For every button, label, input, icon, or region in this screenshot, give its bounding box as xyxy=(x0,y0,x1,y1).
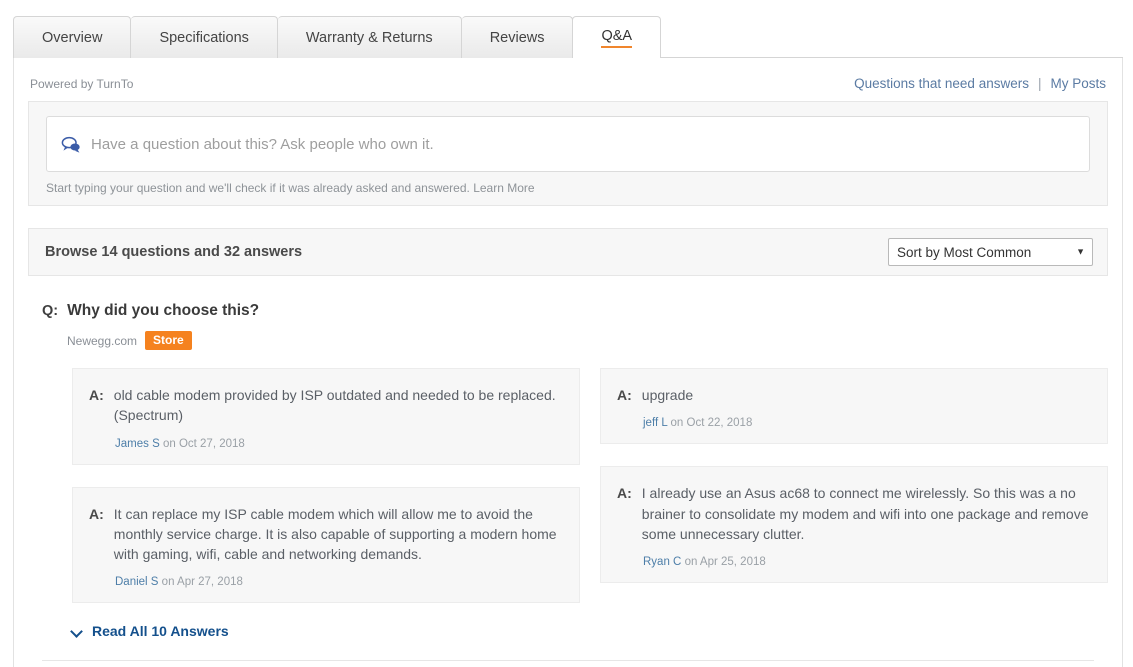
qa-panel: Powered by TurnTo Questions that need an… xyxy=(13,58,1123,667)
question-section: Q: Why did you choose this? Newegg.com S… xyxy=(28,276,1108,640)
tab-specifications[interactable]: Specifications xyxy=(131,16,278,58)
read-all-answers-link[interactable]: Read All 10 Answers xyxy=(72,623,229,639)
answers-grid: A: old cable modem provided by ISP outda… xyxy=(28,368,1108,604)
question-source: Newegg.com xyxy=(67,333,138,348)
answer-card: A: old cable modem provided by ISP outda… xyxy=(72,368,580,465)
question-meta: Newegg.com Store xyxy=(28,331,1108,350)
section-divider xyxy=(42,660,1094,661)
answer-text: upgrade xyxy=(641,387,694,403)
chevron-down-icon xyxy=(72,626,83,637)
answer-prefix: A: xyxy=(89,505,104,522)
header-link-separator: | xyxy=(1037,76,1042,91)
answer-body: A: I already use an Asus ac68 to connect… xyxy=(617,483,1089,544)
question-text[interactable]: Why did you choose this? xyxy=(67,302,259,320)
answer-card: A: I already use an Asus ac68 to connect… xyxy=(600,466,1108,584)
powered-by-label: Powered by TurnTo xyxy=(30,77,134,91)
tab-qa-label: Q&A xyxy=(601,28,633,48)
ask-input-container[interactable] xyxy=(46,116,1090,172)
tab-overview-label: Overview xyxy=(42,29,103,46)
question-row: Q: Why did you choose this? xyxy=(28,302,1108,320)
tab-overview[interactable]: Overview xyxy=(13,16,132,58)
answer-text: It can replace my ISP cable modem which … xyxy=(113,505,557,563)
tab-specifications-label: Specifications xyxy=(159,29,249,46)
ask-question-box: Start typing your question and we'll che… xyxy=(28,101,1108,206)
tab-warranty-returns-label: Warranty & Returns xyxy=(305,29,433,46)
sort-select-wrapper: Sort by Most Common ▼ xyxy=(888,238,1093,266)
answer-card: A: It can replace my ISP cable modem whi… xyxy=(72,486,580,604)
answer-meta: jeff L on Oct 22, 2018 xyxy=(617,417,1089,429)
sort-select[interactable]: Sort by Most Common xyxy=(888,238,1093,266)
answer-body: A: It can replace my ISP cable modem whi… xyxy=(89,504,561,565)
tab-qa[interactable]: Q&A xyxy=(572,16,662,59)
store-badge: Store xyxy=(145,331,192,350)
answer-date: on Apr 27, 2018 xyxy=(161,576,243,589)
answer-body: A: old cable modem provided by ISP outda… xyxy=(89,385,561,426)
answer-prefix: A: xyxy=(617,387,632,403)
answers-column-right: A: upgrade jeff L on Oct 22, 2018 A: I a… xyxy=(600,368,1108,603)
question-prefix: Q: xyxy=(42,303,59,319)
answer-body: A: upgrade xyxy=(617,385,1089,405)
questions-need-answers-link[interactable]: Questions that need answers xyxy=(854,76,1029,91)
ask-question-input[interactable] xyxy=(91,117,1089,171)
tab-warranty-returns[interactable]: Warranty & Returns xyxy=(277,16,462,58)
answer-meta: James S on Oct 27, 2018 xyxy=(89,438,561,450)
speech-bubble-icon xyxy=(61,136,80,153)
answer-date: on Oct 27, 2018 xyxy=(162,437,245,450)
browse-bar: Browse 14 questions and 32 answers Sort … xyxy=(28,228,1108,276)
answer-date: on Oct 22, 2018 xyxy=(670,417,753,430)
read-all-answers-label: Read All 10 Answers xyxy=(92,623,229,640)
answer-date: on Apr 25, 2018 xyxy=(684,556,766,569)
answer-text: I already use an Asus ac68 to connect me… xyxy=(641,485,1089,542)
answer-author-link[interactable]: James S xyxy=(115,438,160,450)
answer-author-link[interactable]: Ryan C xyxy=(643,556,681,568)
answer-prefix: A: xyxy=(617,485,632,502)
answer-meta: Ryan C on Apr 25, 2018 xyxy=(617,556,1089,568)
answer-text: old cable modem provided by ISP outdated… xyxy=(113,387,556,424)
tab-reviews[interactable]: Reviews xyxy=(461,16,574,58)
ask-hint-label: Start typing your question and we'll che… xyxy=(46,181,470,195)
browse-count-label: Browse 14 questions and 32 answers xyxy=(45,244,303,260)
ask-hint-text: Start typing your question and we'll che… xyxy=(46,181,1090,195)
my-posts-link[interactable]: My Posts xyxy=(1050,76,1106,91)
answer-prefix: A: xyxy=(89,387,104,403)
tab-reviews-label: Reviews xyxy=(489,29,545,46)
answer-card: A: upgrade jeff L on Oct 22, 2018 xyxy=(600,368,1108,445)
answer-author-link[interactable]: jeff L xyxy=(643,417,667,429)
answers-column-left: A: old cable modem provided by ISP outda… xyxy=(72,368,580,604)
qa-header-links: Questions that need answers | My Posts xyxy=(854,76,1106,91)
answer-meta: Daniel S on Apr 27, 2018 xyxy=(89,576,561,588)
answer-author-link[interactable]: Daniel S xyxy=(115,576,158,588)
learn-more-link[interactable]: Learn More xyxy=(473,181,534,195)
qa-panel-header: Powered by TurnTo Questions that need an… xyxy=(28,58,1108,101)
product-tab-bar: Overview Specifications Warranty & Retur… xyxy=(0,0,1133,59)
